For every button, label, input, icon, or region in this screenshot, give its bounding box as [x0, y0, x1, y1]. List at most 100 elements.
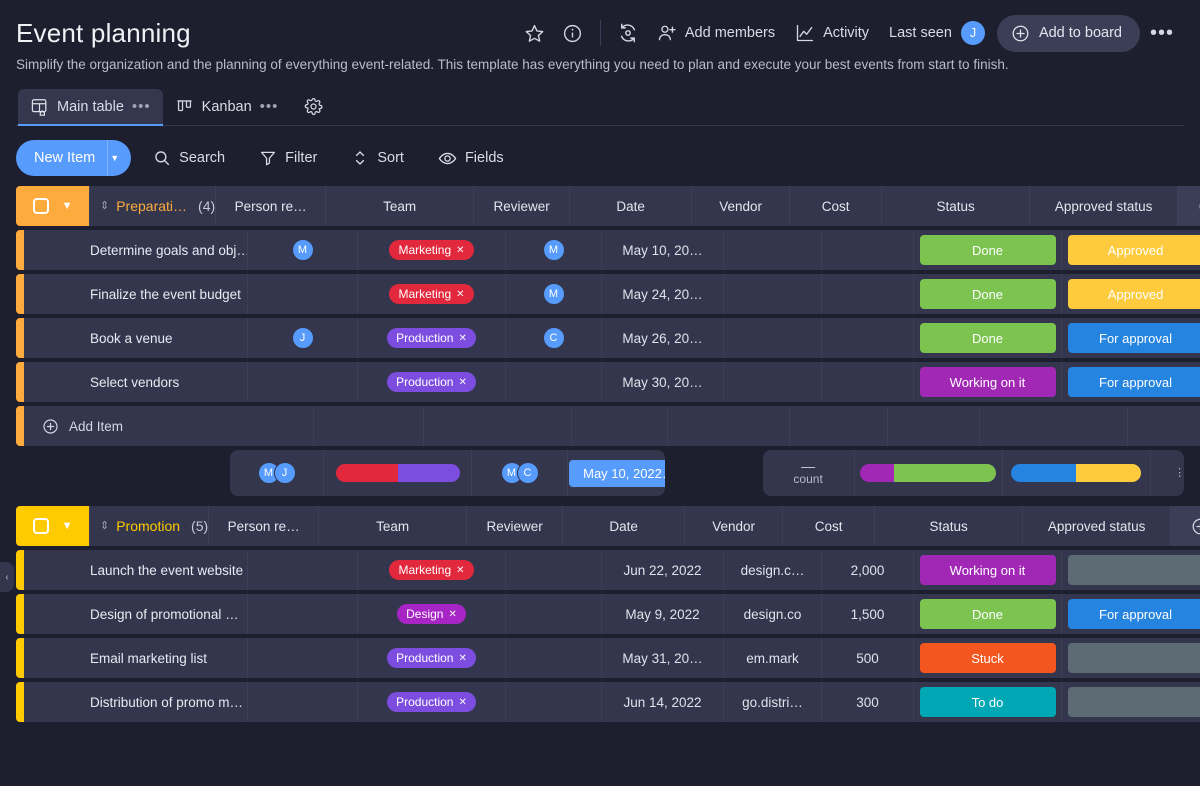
cell-date[interactable]: Jun 22, 2022 — [602, 550, 724, 590]
approved-status-badge[interactable]: For approval — [1068, 367, 1200, 397]
add-item-row[interactable]: Add Item — [16, 406, 1184, 446]
row-item-name[interactable]: Distribution of promo m… — [24, 682, 248, 722]
add-column-button[interactable] — [1178, 186, 1200, 226]
column-header-reviewer[interactable]: Reviewer — [474, 186, 570, 226]
column-header-date[interactable]: Date — [570, 186, 692, 226]
sort-button[interactable]: Sort — [339, 141, 416, 175]
add-members-button[interactable]: Add members — [647, 16, 785, 50]
cell-vendor[interactable]: go.distri… — [724, 682, 822, 722]
cell-cost[interactable] — [822, 362, 914, 402]
close-icon[interactable]: ✕ — [456, 565, 464, 576]
cell-team[interactable]: Design✕ — [358, 594, 506, 634]
cell-reviewer[interactable] — [506, 638, 602, 678]
cell-team[interactable]: Marketing✕ — [358, 274, 506, 314]
cell-cost[interactable]: 500 — [822, 638, 914, 678]
team-tag[interactable]: Marketing✕ — [389, 560, 473, 580]
approved-status-badge[interactable]: For approval — [1068, 323, 1200, 353]
status-badge[interactable]: To do — [920, 687, 1056, 717]
tab-kanban-menu-icon[interactable]: ••• — [260, 102, 279, 112]
group-collapse-chevron-icon[interactable]: ▼ — [62, 200, 73, 212]
column-header-vendor[interactable]: Vendor — [685, 506, 783, 546]
cell-date[interactable]: May 9, 2022 — [602, 594, 724, 634]
cell-person[interactable] — [248, 550, 358, 590]
column-header-vendor[interactable]: Vendor — [692, 186, 790, 226]
search-button[interactable]: Search — [141, 141, 237, 175]
group-title[interactable]: ⇕Preparati…(4) — [90, 186, 216, 226]
drag-handle-icon[interactable]: ⇕ — [100, 521, 109, 532]
avatar[interactable]: M — [292, 239, 314, 261]
cell-status[interactable]: Working on it — [914, 362, 1062, 402]
close-icon[interactable]: ✕ — [456, 245, 464, 256]
cell-approved-status[interactable]: For approval — [1062, 318, 1200, 358]
approved-status-badge[interactable] — [1068, 687, 1200, 717]
cell-cost[interactable]: 2,000 — [822, 550, 914, 590]
activity-button[interactable]: Activity — [785, 16, 879, 50]
team-tag[interactable]: Production✕ — [387, 372, 476, 392]
cell-team[interactable]: Marketing✕ — [358, 550, 506, 590]
column-header-status[interactable]: Status — [882, 186, 1030, 226]
table-row[interactable]: ⋮Select vendorsProduction✕May 30, 20…Wor… — [16, 362, 1184, 402]
status-badge[interactable]: Working on it — [920, 367, 1056, 397]
table-row[interactable]: ⋮Email marketing listProduction✕May 31, … — [16, 638, 1184, 678]
avatar[interactable]: C — [543, 327, 565, 349]
drag-handle-icon[interactable]: ⇕ — [100, 201, 109, 212]
cell-team[interactable]: Production✕ — [358, 682, 506, 722]
column-header-reviewer[interactable]: Reviewer — [467, 506, 563, 546]
table-row[interactable]: ⋮Design of promotional …Design✕May 9, 20… — [16, 594, 1184, 634]
add-to-board-button[interactable]: Add to board — [997, 15, 1140, 52]
status-badge[interactable]: Stuck — [920, 643, 1056, 673]
cell-person[interactable] — [248, 274, 358, 314]
view-settings-gear-icon[interactable] — [296, 90, 330, 124]
column-header-team[interactable]: Team — [319, 506, 467, 546]
table-row[interactable]: ⋮Finalize the event budgetMarketing✕MMay… — [16, 274, 1184, 314]
cell-status[interactable]: Working on it — [914, 550, 1062, 590]
avatar[interactable]: M — [543, 283, 565, 305]
summary-date-pill[interactable]: May 10, 2022… — [569, 460, 665, 487]
team-tag[interactable]: Marketing✕ — [389, 240, 473, 260]
cell-cost[interactable] — [822, 230, 914, 270]
approved-status-badge[interactable] — [1068, 555, 1200, 585]
fields-button[interactable]: Fields — [426, 141, 516, 176]
column-header-approved[interactable]: Approved status — [1023, 506, 1171, 546]
cell-status[interactable]: Stuck — [914, 638, 1062, 678]
table-row[interactable]: ⋮Book a venueJProduction✕CMay 26, 20…Don… — [16, 318, 1184, 358]
avatar[interactable]: M — [543, 239, 565, 261]
cell-date[interactable]: May 24, 20… — [602, 274, 724, 314]
cell-vendor[interactable]: design.co — [724, 594, 822, 634]
column-header-team[interactable]: Team — [326, 186, 474, 226]
cell-person[interactable] — [248, 638, 358, 678]
add-column-button[interactable] — [1171, 506, 1200, 546]
status-badge[interactable]: Done — [920, 323, 1056, 353]
table-row[interactable]: ⋮Distribution of promo m…Production✕Jun … — [16, 682, 1184, 722]
cell-vendor[interactable] — [724, 362, 822, 402]
approved-status-badge[interactable]: Approved — [1068, 279, 1200, 309]
column-header-cost[interactable]: Cost — [790, 186, 882, 226]
team-tag[interactable]: Design✕ — [397, 604, 466, 624]
column-header-person[interactable]: Person re… — [216, 186, 326, 226]
approved-status-badge[interactable]: Approved — [1068, 235, 1200, 265]
add-item-button[interactable]: Add Item — [24, 406, 314, 446]
cell-status[interactable]: Done — [914, 318, 1062, 358]
cell-vendor[interactable] — [724, 230, 822, 270]
status-badge[interactable]: Done — [920, 235, 1056, 265]
cell-person[interactable]: J — [248, 318, 358, 358]
cell-cost[interactable]: 300 — [822, 682, 914, 722]
board-more-options-icon[interactable]: ••• — [1140, 19, 1184, 47]
cell-vendor[interactable]: em.mark — [724, 638, 822, 678]
table-row[interactable]: ⋮Launch the event websiteMarketing✕Jun 2… — [16, 550, 1184, 590]
cell-reviewer[interactable] — [506, 550, 602, 590]
cell-reviewer[interactable]: M — [506, 274, 602, 314]
group-select-checkbox[interactable]: ▼ — [16, 186, 90, 226]
cell-date[interactable]: Jun 14, 2022 — [602, 682, 724, 722]
cell-person[interactable] — [248, 594, 358, 634]
approved-status-badge[interactable]: For approval — [1068, 599, 1200, 629]
cell-reviewer[interactable] — [506, 682, 602, 722]
cell-cost[interactable]: 1,500 — [822, 594, 914, 634]
board-updates-refresh-icon[interactable] — [609, 14, 647, 52]
group-collapse-chevron-icon[interactable]: ▼ — [62, 520, 73, 532]
cell-date[interactable]: May 30, 20… — [602, 362, 724, 402]
team-tag[interactable]: Production✕ — [387, 692, 476, 712]
row-item-name[interactable]: Book a venue — [24, 318, 248, 358]
status-badge[interactable]: Done — [920, 279, 1056, 309]
group-title[interactable]: ⇕Promotion(5) — [90, 506, 209, 546]
